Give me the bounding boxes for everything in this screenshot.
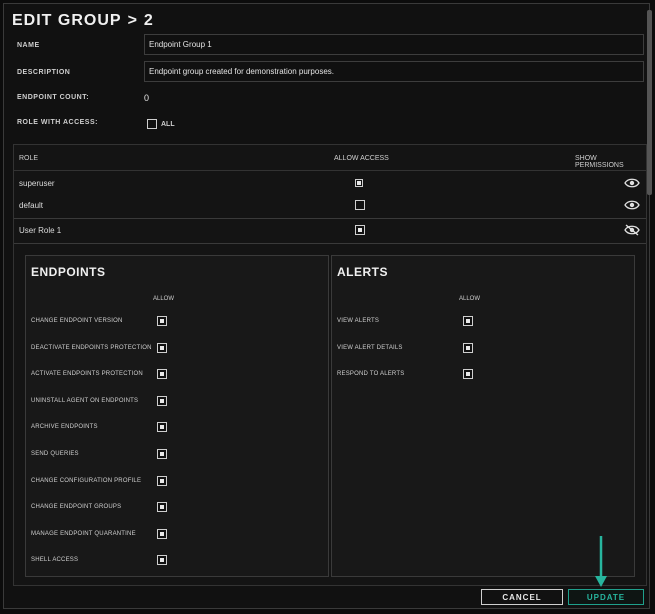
permission-row: SHELL ACCESS xyxy=(26,554,328,568)
permission-label: ACTIVATE ENDPOINTS PROTECTION xyxy=(31,371,143,378)
permission-label: UNINSTALL AGENT ON ENDPOINTS xyxy=(31,397,139,404)
alerts-allow-header: ALLOW xyxy=(459,296,481,302)
permission-label: MANAGE ENDPOINT QUARANTINE xyxy=(31,530,136,537)
permission-row: RESPOND TO ALERTS xyxy=(332,368,634,382)
eye-off-icon[interactable] xyxy=(624,224,640,236)
permission-label: DEACTIVATE ENDPOINTS PROTECTION xyxy=(31,344,152,351)
role-name: default xyxy=(19,201,44,210)
edit-group-dialog: EDIT GROUP >2 NAME Endpoint Group 1 DESCR… xyxy=(3,3,652,609)
permission-row: UNINSTALL AGENT ON ENDPOINTS xyxy=(26,395,328,409)
permission-label: CHANGE CONFIGURATION PROFILE xyxy=(31,477,142,484)
all-roles-checkbox[interactable] xyxy=(147,119,157,129)
permission-checkbox[interactable] xyxy=(157,528,167,539)
endpoints-panel-title: ENDPOINTS xyxy=(31,265,106,279)
dialog-title: EDIT GROUP >2 xyxy=(12,12,154,30)
permission-row: CHANGE CONFIGURATION PROFILE xyxy=(26,475,328,489)
update-button[interactable]: UPDATE xyxy=(568,589,644,605)
all-roles-label: ALL xyxy=(161,120,175,128)
permission-checkbox[interactable] xyxy=(157,395,167,406)
vertical-scrollbar[interactable] xyxy=(647,10,652,195)
endpoint-count-label: ENDPOINT COUNT: xyxy=(17,94,90,101)
title-separator: > xyxy=(127,12,138,29)
endpoints-allow-header: ALLOW xyxy=(153,296,175,302)
role-row-user-role-1: User Role 1 xyxy=(14,220,646,242)
permission-row: VIEW ALERTS xyxy=(332,315,634,329)
permission-label: VIEW ALERTS xyxy=(337,318,380,324)
permission-row: CHANGE ENDPOINT VERSION xyxy=(26,315,328,329)
permission-checkbox[interactable] xyxy=(157,449,167,459)
eye-icon[interactable] xyxy=(624,177,640,189)
permission-checkbox[interactable] xyxy=(463,369,473,380)
permission-label: CHANGE ENDPOINT GROUPS xyxy=(31,504,122,511)
name-label: NAME xyxy=(17,42,40,49)
roles-table: ROLE ALLOW ACCESS SHOW PERMISSIONS super… xyxy=(13,144,647,586)
eye-icon[interactable] xyxy=(624,199,640,211)
permission-checkbox[interactable] xyxy=(157,555,167,566)
permission-checkbox[interactable] xyxy=(157,422,167,433)
description-label: DESCRIPTION xyxy=(17,69,71,76)
permission-row: ACTIVATE ENDPOINTS PROTECTION xyxy=(26,368,328,382)
row-divider xyxy=(14,243,646,244)
permission-row: DEACTIVATE ENDPOINTS PROTECTION xyxy=(26,342,328,356)
permission-row: ARCHIVE ENDPOINTS xyxy=(26,421,328,435)
permission-label: VIEW ALERT DETAILS xyxy=(337,344,403,351)
dialog-title-text: EDIT GROUP xyxy=(12,12,122,29)
permission-label: ARCHIVE ENDPOINTS xyxy=(31,424,98,431)
title-count: 2 xyxy=(143,12,154,29)
permission-row: VIEW ALERT DETAILS xyxy=(332,342,634,356)
roles-table-header: ROLE ALLOW ACCESS SHOW PERMISSIONS xyxy=(14,145,646,171)
permission-checkbox[interactable] xyxy=(463,342,473,353)
permission-checkbox[interactable] xyxy=(157,475,167,486)
alerts-panel-title: ALERTS xyxy=(337,265,388,279)
allow-access-checkbox[interactable] xyxy=(355,179,363,187)
permission-row: MANAGE ENDPOINT QUARANTINE xyxy=(26,528,328,542)
permission-label: SEND QUERIES xyxy=(31,451,79,457)
allow-access-column-header: ALLOW ACCESS xyxy=(334,155,389,162)
role-access-label: ROLE WITH ACCESS: xyxy=(17,119,98,126)
permission-checkbox[interactable] xyxy=(157,502,167,513)
all-roles-toggle[interactable]: ALL xyxy=(147,119,175,129)
description-input[interactable]: Endpoint group created for demonstration… xyxy=(144,61,644,82)
permission-checkbox[interactable] xyxy=(157,342,167,353)
name-input[interactable]: Endpoint Group 1 xyxy=(144,34,644,55)
permission-row: CHANGE ENDPOINT GROUPS xyxy=(26,501,328,515)
show-permissions-column-header: SHOW PERMISSIONS xyxy=(575,155,624,169)
permission-checkbox[interactable] xyxy=(157,316,167,326)
permission-label: RESPOND TO ALERTS xyxy=(337,371,405,378)
role-name: superuser xyxy=(19,179,55,188)
alerts-permissions-panel: ALERTS ALLOW VIEW ALERTS VIEW ALERT DETAI… xyxy=(331,255,635,577)
permission-row: SEND QUERIES xyxy=(26,448,328,462)
cancel-button[interactable]: CANCEL xyxy=(481,589,563,605)
allow-access-checkbox[interactable] xyxy=(355,200,365,210)
permission-checkbox[interactable] xyxy=(157,369,167,380)
role-name: User Role 1 xyxy=(19,226,62,235)
role-row-default: default xyxy=(14,195,646,217)
endpoint-count-value: 0 xyxy=(144,93,150,103)
role-column-header: ROLE xyxy=(19,155,39,162)
permission-checkbox[interactable] xyxy=(463,316,473,326)
permission-label: SHELL ACCESS xyxy=(31,557,79,564)
role-row-superuser: superuser xyxy=(14,173,646,195)
endpoints-permissions-panel: ENDPOINTS ALLOW CHANGE ENDPOINT VERSION D… xyxy=(25,255,329,577)
arrow-down-icon xyxy=(595,536,607,587)
row-divider xyxy=(14,218,646,219)
allow-access-checkbox[interactable] xyxy=(355,225,365,235)
permission-label: CHANGE ENDPOINT VERSION xyxy=(31,318,123,324)
